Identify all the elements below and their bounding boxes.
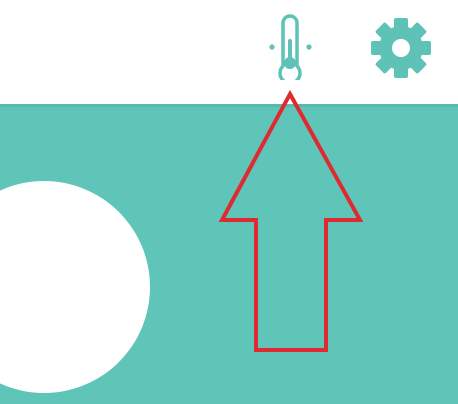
app-screen (0, 0, 458, 404)
thermometer-button[interactable] (266, 14, 320, 85)
panel-shadow (0, 104, 458, 107)
gear-icon (371, 18, 431, 78)
settings-button[interactable] (366, 17, 436, 79)
top-bar (0, 0, 458, 104)
thermometer-icon (269, 14, 312, 85)
